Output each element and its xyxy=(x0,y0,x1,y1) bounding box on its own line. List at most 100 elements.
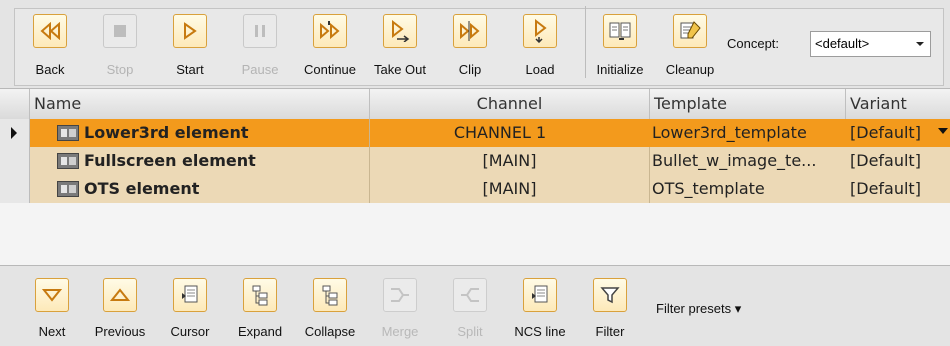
split-button[interactable]: Split xyxy=(440,278,500,344)
concept-value: <default> xyxy=(815,36,870,51)
cursor-icon xyxy=(173,278,207,312)
row-selector[interactable] xyxy=(0,119,30,147)
template-value: Bullet_w_image_te... xyxy=(652,151,817,170)
expand-label: Expand xyxy=(237,324,283,339)
take-out-icon xyxy=(383,14,417,48)
header-template[interactable]: Template xyxy=(650,89,846,119)
take-out-button[interactable]: Take Out xyxy=(370,14,430,84)
merge-icon xyxy=(383,278,417,312)
grid-header: Name Channel Template Variant xyxy=(0,89,950,120)
top-toolbar: Back Stop Start Pause Continue Take Out xyxy=(0,0,950,89)
element-icon xyxy=(57,181,79,197)
start-label: Start xyxy=(176,62,204,77)
load-button[interactable]: Load xyxy=(510,14,570,84)
channel-value: CHANNEL 1 xyxy=(453,123,547,142)
chevron-down-icon[interactable] xyxy=(938,128,948,134)
play-icon xyxy=(173,14,207,48)
header-name[interactable]: Name xyxy=(30,89,370,119)
concept-label: Concept: xyxy=(727,36,780,51)
take-out-label: Take Out xyxy=(373,62,427,77)
filter-button[interactable]: Filter xyxy=(580,278,640,344)
current-row-arrow-icon xyxy=(11,127,17,139)
channel-value: [MAIN] xyxy=(482,179,537,198)
row-variant-cell[interactable]: [Default] xyxy=(846,175,950,203)
chevron-down-icon xyxy=(916,42,924,46)
cursor-button[interactable]: Cursor xyxy=(160,278,220,344)
split-icon xyxy=(453,278,487,312)
row-template-cell[interactable]: Bullet_w_image_te... xyxy=(650,147,846,175)
element-icon xyxy=(57,153,79,169)
channel-value: [MAIN] xyxy=(482,151,537,170)
concept-dropdown[interactable]: <default> xyxy=(810,31,931,57)
merge-button[interactable]: Merge xyxy=(370,278,430,344)
initialize-icon xyxy=(603,14,637,48)
toolbar-separator xyxy=(585,6,586,78)
clip-icon xyxy=(453,14,487,48)
clip-button[interactable]: Clip xyxy=(440,14,500,84)
row-channel-cell[interactable]: CHANNEL 1 xyxy=(370,119,650,147)
element-name: Lower3rd element xyxy=(84,123,249,142)
ncs-line-button[interactable]: NCS line xyxy=(510,278,570,344)
stop-button[interactable]: Stop xyxy=(90,14,150,84)
row-name-cell[interactable]: OTS element xyxy=(30,175,370,203)
clip-label: Clip xyxy=(458,62,482,77)
cleanup-label: Cleanup xyxy=(665,62,715,77)
table-row[interactable]: Fullscreen element [MAIN] Bullet_w_image… xyxy=(0,147,950,175)
filter-presets-dropdown[interactable]: Filter presets ▾ xyxy=(656,301,741,317)
continue-button[interactable]: Continue xyxy=(300,14,360,84)
filter-icon xyxy=(593,278,627,312)
expand-button[interactable]: Expand xyxy=(230,278,290,344)
rewind-icon xyxy=(33,14,67,48)
row-template-cell[interactable]: OTS_template xyxy=(650,175,846,203)
previous-label: Previous xyxy=(94,324,146,339)
variant-value: [Default] xyxy=(850,151,921,170)
row-name-cell[interactable]: Lower3rd element xyxy=(30,119,370,147)
pause-icon xyxy=(243,14,277,48)
arrow-up-icon xyxy=(103,278,137,312)
template-value: OTS_template xyxy=(652,179,765,198)
header-variant[interactable]: Variant xyxy=(846,89,950,119)
next-button[interactable]: Next xyxy=(22,278,82,344)
row-variant-cell[interactable]: [Default] xyxy=(846,147,950,175)
load-label: Load xyxy=(525,62,555,77)
bottom-toolbar: Next Previous Cursor Expand Collapse Mer… xyxy=(0,265,950,346)
row-channel-cell[interactable]: [MAIN] xyxy=(370,175,650,203)
back-button[interactable]: Back xyxy=(20,14,80,84)
row-template-cell[interactable]: Lower3rd_template xyxy=(650,119,846,147)
row-channel-cell[interactable]: [MAIN] xyxy=(370,147,650,175)
initialize-button[interactable]: Initialize xyxy=(590,14,650,84)
table-row[interactable]: OTS element [MAIN] OTS_template [Default… xyxy=(0,175,950,203)
variant-value: [Default] xyxy=(850,179,921,198)
stop-icon xyxy=(103,14,137,48)
pause-button[interactable]: Pause xyxy=(230,14,290,84)
row-selector[interactable] xyxy=(0,147,30,175)
initialize-label: Initialize xyxy=(596,62,644,77)
split-label: Split xyxy=(457,324,483,339)
cleanup-icon xyxy=(673,14,707,48)
variant-value: [Default] xyxy=(850,123,921,142)
element-grid: Name Channel Template Variant Lower3rd e… xyxy=(0,89,950,265)
previous-button[interactable]: Previous xyxy=(90,278,150,344)
row-selector[interactable] xyxy=(0,175,30,203)
table-row[interactable]: Lower3rd element CHANNEL 1 Lower3rd_temp… xyxy=(0,119,950,164)
row-variant-cell[interactable]: [Default] xyxy=(846,119,950,147)
template-value: Lower3rd_template xyxy=(652,123,807,142)
load-icon xyxy=(523,14,557,48)
continue-label: Continue xyxy=(303,62,357,77)
ncs-line-label: NCS line xyxy=(514,324,566,339)
next-label: Next xyxy=(38,324,66,339)
collapse-label: Collapse xyxy=(304,324,356,339)
collapse-button[interactable]: Collapse xyxy=(300,278,360,344)
row-name-cell[interactable]: Fullscreen element xyxy=(30,147,370,175)
filter-label: Filter xyxy=(595,324,625,339)
cleanup-button[interactable]: Cleanup xyxy=(660,14,720,84)
header-channel[interactable]: Channel xyxy=(370,89,650,119)
ncs-line-icon xyxy=(523,278,557,312)
pause-label: Pause xyxy=(241,62,279,77)
merge-label: Merge xyxy=(381,324,419,339)
start-button[interactable]: Start xyxy=(160,14,220,84)
stop-label: Stop xyxy=(106,62,134,77)
header-row-selector xyxy=(0,89,30,119)
element-icon xyxy=(57,125,79,141)
expand-icon xyxy=(243,278,277,312)
